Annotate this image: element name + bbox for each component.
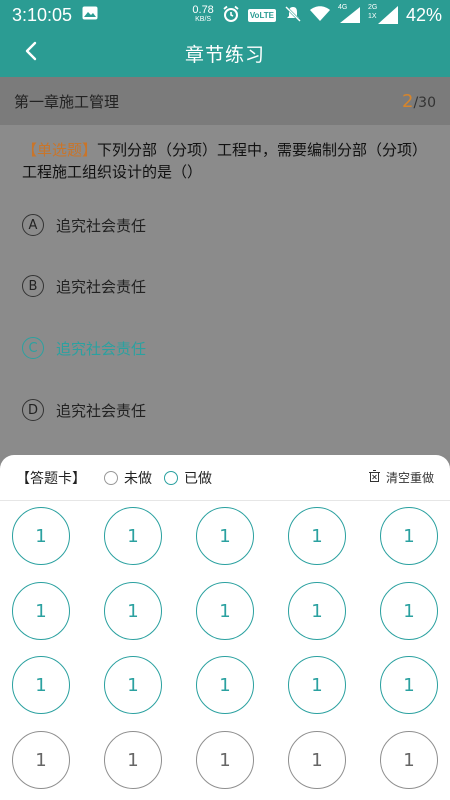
gallery-icon <box>82 6 98 25</box>
option-b[interactable]: B 追究社会责任 <box>22 273 146 299</box>
option-text: 追究社会责任 <box>56 277 147 296</box>
question-number-cell[interactable]: 1 <box>288 507 346 565</box>
question-progress: 2/30 <box>402 91 436 112</box>
option-text: 追究社会责任 <box>56 339 147 358</box>
back-arrow-icon <box>24 41 38 65</box>
current-question-number: 2 <box>402 90 414 112</box>
wifi-icon <box>309 5 330 25</box>
chapter-name: 第一章施工管理 <box>14 92 120 111</box>
title-bar: 章节练习 <box>0 30 450 77</box>
option-letter: B <box>22 275 44 297</box>
question-number-cell[interactable]: 1 <box>196 656 254 714</box>
question-type: 【单选题】 <box>22 141 98 159</box>
network-speed: 0.78 KB/S <box>192 4 214 24</box>
undone-dot-icon <box>104 470 118 485</box>
question-number-cell[interactable]: 1 <box>104 656 162 714</box>
answer-sheet-title: 【答题卡】 <box>16 470 86 487</box>
signal-4g-icon: 4G <box>338 4 360 23</box>
alarm-icon <box>222 5 240 26</box>
option-letter: D <box>22 399 44 421</box>
clear-redo-label: 清空重做 <box>385 471 434 485</box>
option-c[interactable]: C 追究社会责任 <box>22 335 146 361</box>
question-number-cell[interactable]: 1 <box>12 507 70 565</box>
option-letter: A <box>22 214 44 236</box>
question-number-cell[interactable]: 1 <box>196 507 254 565</box>
volte-icon: VoLTE <box>247 8 276 22</box>
total-questions: /30 <box>413 94 436 111</box>
question-area: 【单选题】下列分部（分项）工程中，需要编制分部（分项）工程施工组织设计的是（） … <box>0 125 450 455</box>
trash-icon <box>368 470 380 485</box>
question-number-cell[interactable]: 1 <box>12 656 70 714</box>
answer-sheet-panel: 【答题卡】 未做 已做 清空重做 11111111111111111111 <box>0 455 450 800</box>
legend-done: 已做 <box>164 468 212 488</box>
question-number-cell[interactable]: 1 <box>12 582 70 640</box>
question-number-cell[interactable]: 1 <box>288 656 346 714</box>
option-d[interactable]: D 追究社会责任 <box>22 397 146 423</box>
signal-2g-icon: 2G 1X <box>368 4 398 24</box>
done-dot-icon <box>164 470 178 485</box>
status-bar: 3:10:05 0.78 KB/S VoLTE 4G 2G 1X 42% <box>0 0 450 30</box>
option-text: 追究社会责任 <box>56 401 147 420</box>
chapter-bar: 第一章施工管理 2/30 <box>0 77 450 125</box>
mute-icon <box>284 5 302 26</box>
question-number-cell[interactable]: 1 <box>380 731 438 789</box>
back-button[interactable] <box>18 40 44 66</box>
question-text: 【单选题】下列分部（分项）工程中，需要编制分部（分项）工程施工组织设计的是（） <box>22 139 434 183</box>
question-number-cell[interactable]: 1 <box>196 731 254 789</box>
option-letter: C <box>22 337 44 359</box>
answer-sheet-header: 【答题卡】 未做 已做 清空重做 <box>0 455 450 501</box>
question-number-cell[interactable]: 1 <box>104 582 162 640</box>
question-number-cell[interactable]: 1 <box>12 731 70 789</box>
option-a[interactable]: A 追究社会责任 <box>22 212 146 238</box>
question-number-cell[interactable]: 1 <box>288 582 346 640</box>
clock: 3:10:05 <box>12 4 73 25</box>
question-number-cell[interactable]: 1 <box>104 731 162 789</box>
question-number-cell[interactable]: 1 <box>288 731 346 789</box>
battery-level: 42% <box>405 4 442 25</box>
legend-undone: 未做 <box>104 468 152 488</box>
question-number-cell[interactable]: 1 <box>196 582 254 640</box>
legend-undone-label: 未做 <box>124 470 152 487</box>
page-title: 章节练习 <box>184 44 265 66</box>
option-text: 追究社会责任 <box>56 216 147 235</box>
question-number-cell[interactable]: 1 <box>380 582 438 640</box>
legend-done-label: 已做 <box>184 470 212 487</box>
question-number-cell[interactable]: 1 <box>380 656 438 714</box>
clear-redo-button[interactable]: 清空重做 <box>368 469 434 486</box>
question-number-cell[interactable]: 1 <box>104 507 162 565</box>
question-number-cell[interactable]: 1 <box>380 507 438 565</box>
